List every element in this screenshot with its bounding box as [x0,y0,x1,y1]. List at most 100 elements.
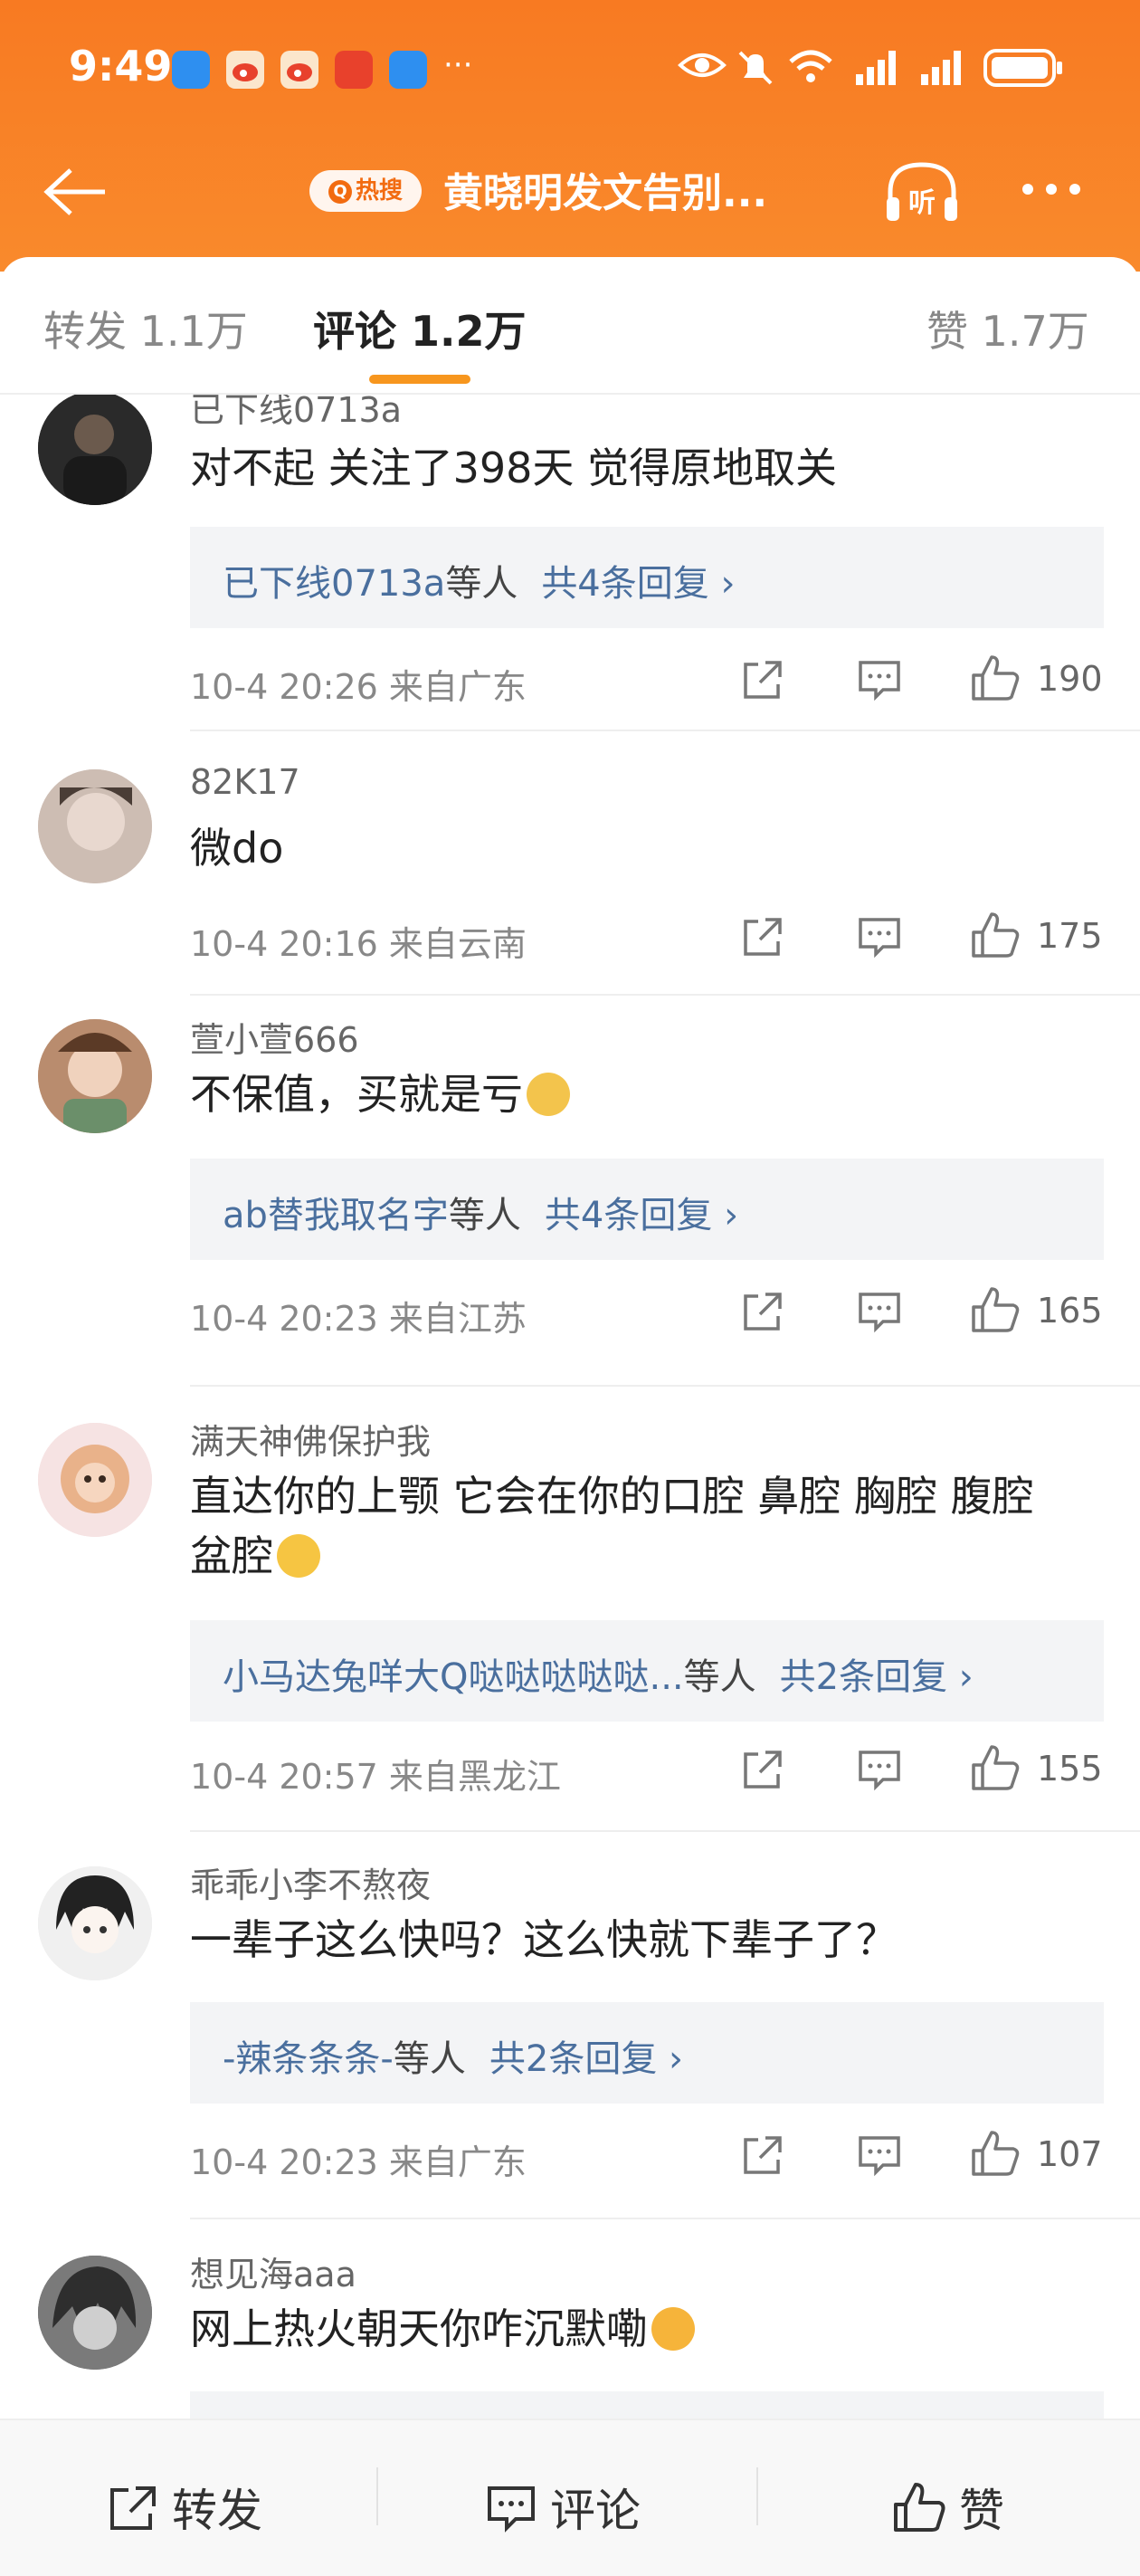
thumbs-up-icon[interactable] [970,1285,1021,1334]
like-count: 175 [1037,916,1103,956]
reply-summary[interactable]: ab替我取名字等人 共4条回复 › [190,1159,1104,1260]
divider [190,2218,1140,2219]
reply-count[interactable]: 共4条回复 › [541,563,735,605]
thumbs-up-icon [894,2483,945,2532]
comment-text[interactable]: 微do [190,818,1077,878]
tab-like[interactable]: 赞 1.7万 [926,299,1089,358]
reply-names[interactable]: 已下线0713a [223,563,445,605]
share-icon [110,2486,156,2530]
comment-item: 想见海aaa 网上热火朝天你咋沉默嘞 [0,2223,1140,2419]
mute-bell-icon [738,51,773,85]
divider [190,730,1140,731]
reply-suffix: 等人 [448,1195,521,1236]
comment-text[interactable]: 一辈子这么快吗？这么快就下辈子了？ [190,1910,1077,1970]
message-app-icon [172,51,210,89]
tab-repost[interactable]: 转发 1.1万 [43,299,248,358]
thumbs-up-icon[interactable] [970,1743,1021,1792]
more-dot-icon [1022,184,1033,195]
avatar[interactable] [38,395,152,505]
comment-text[interactable]: 网上热火朝天你咋沉默嘞 [190,2299,1077,2359]
share-icon[interactable] [740,657,785,702]
bottom-action-bar: 转发 评论 赞 [0,2419,1140,2576]
reply-summary[interactable] [190,2391,1104,2419]
comment-username[interactable]: 想见海aaa [190,2247,356,2296]
bottom-comment-button[interactable]: 评论 [485,2475,641,2540]
search-icon: Q [328,179,352,204]
headphones-icon: 听 [887,162,957,221]
listen-button[interactable]: 听 [883,159,961,228]
divider [376,2467,378,2525]
divider [756,2467,758,2525]
comment-username[interactable]: 已下线0713a [190,395,402,432]
reply-names[interactable]: 小马达兔咩大Q哒哒哒哒哒... [223,1656,684,1698]
comment-item: 82K17 微do 10-4 20:16 来自云南 175 [0,739,1140,996]
hot-search-badge[interactable]: Q 热搜 [309,170,422,212]
reply-summary[interactable]: -辣条条条-等人 共2条回复 › [190,2002,1104,2104]
reply-suffix: 等人 [393,2038,466,2080]
thumbs-up-icon[interactable] [970,2129,1021,2178]
bottom-comment-label: 评论 [550,2485,641,2537]
reply-bubble-icon[interactable] [856,1747,903,1792]
reply-names[interactable]: -辣条条条- [223,2038,394,2080]
reply-count[interactable]: 共4条回复 › [545,1195,738,1236]
divider [190,994,1140,996]
reply-summary[interactable]: 已下线0713a等人 共4条回复 › [190,527,1104,628]
yummy-emoji-icon [651,2307,695,2351]
reply-suffix: 等人 [683,1656,756,1698]
comment-text[interactable]: 对不起 关注了398天 觉得原地取关 [190,438,1077,498]
comment-item: 满天神佛保护我 直达你的上颚 它会在你的口腔 鼻腔 胸腔 腹腔 盆腔 小马达兔咩… [0,1390,1140,1834]
comment-text-content: 不保值，买就是亏 [190,1070,523,1119]
like-count: 190 [1037,659,1103,699]
avatar[interactable] [38,2256,152,2370]
more-options-button[interactable] [1022,181,1097,208]
thumbs-up-icon[interactable] [970,911,1021,959]
weibo-icon [280,51,318,89]
comment-username[interactable]: 萱小萱666 [190,1012,359,1062]
header: 9:49 ··· Q 热搜 黄晓明发文告别... 听 [0,0,1140,272]
share-icon[interactable] [740,1747,785,1792]
share-icon[interactable] [740,1289,785,1334]
like-count: 107 [1037,2134,1103,2174]
comment-username[interactable]: 82K17 [190,762,300,802]
reply-suffix: 等人 [445,563,518,605]
bottom-like-button[interactable]: 赞 [892,2475,1004,2540]
thumbs-up-icon[interactable] [970,654,1021,702]
page-title[interactable]: 黄晓明发文告别... [443,165,814,223]
status-bar: 9:49 ··· [0,0,1140,145]
reply-names[interactable]: ab替我取名字 [223,1195,449,1236]
reply-bubble-icon[interactable] [856,1289,903,1334]
reply-bubble-icon[interactable] [856,914,903,959]
bottom-like-label: 赞 [959,2485,1004,2537]
reply-bubble-icon[interactable] [856,657,903,702]
reply-count[interactable]: 共2条回复 › [489,2038,683,2080]
more-notifications-icon: ··· [443,47,473,83]
avatar[interactable] [38,769,152,883]
reply-count[interactable]: 共2条回复 › [780,1656,974,1698]
tab-comment[interactable]: 评论 1.2万 [313,299,527,358]
share-icon[interactable] [740,2132,785,2178]
avatar[interactable] [38,1019,152,1133]
divider [190,1830,1140,1832]
wifi-icon [789,50,832,82]
back-arrow-icon[interactable] [42,165,110,219]
clock: 9:49 [69,42,173,91]
listen-label: 听 [908,187,936,219]
bottom-repost-button[interactable]: 转发 [107,2475,262,2540]
share-icon[interactable] [740,914,785,959]
comment-username[interactable]: 乖乖小李不熬夜 [190,1857,431,1907]
comment-list[interactable]: 已下线0713a 对不起 关注了398天 觉得原地取关 已下线0713a等人 共4… [0,395,1140,2419]
reply-bubble-icon[interactable] [856,2132,903,2178]
more-dot-icon [1069,184,1080,195]
avatar[interactable] [38,1423,152,1537]
comment-text[interactable]: 直达你的上颚 它会在你的口腔 鼻腔 胸腔 腹腔 盆腔 [190,1466,1077,1586]
more-dot-icon [1046,184,1057,195]
comment-meta: 10-4 20:23 来自广东 [190,2142,527,2182]
doge-emoji-icon [527,1073,570,1116]
comment-username[interactable]: 满天神佛保护我 [190,1414,431,1464]
reply-summary[interactable]: 小马达兔咩大Q哒哒哒哒哒...等人 共2条回复 › [190,1620,1104,1722]
comment-bubble-icon [488,2486,535,2533]
comment-text[interactable]: 不保值，买就是亏 [190,1064,1077,1124]
avatar[interactable] [38,1866,152,1980]
battery-icon [983,49,1062,87]
comment-meta: 10-4 20:26 来自广东 [190,667,527,707]
